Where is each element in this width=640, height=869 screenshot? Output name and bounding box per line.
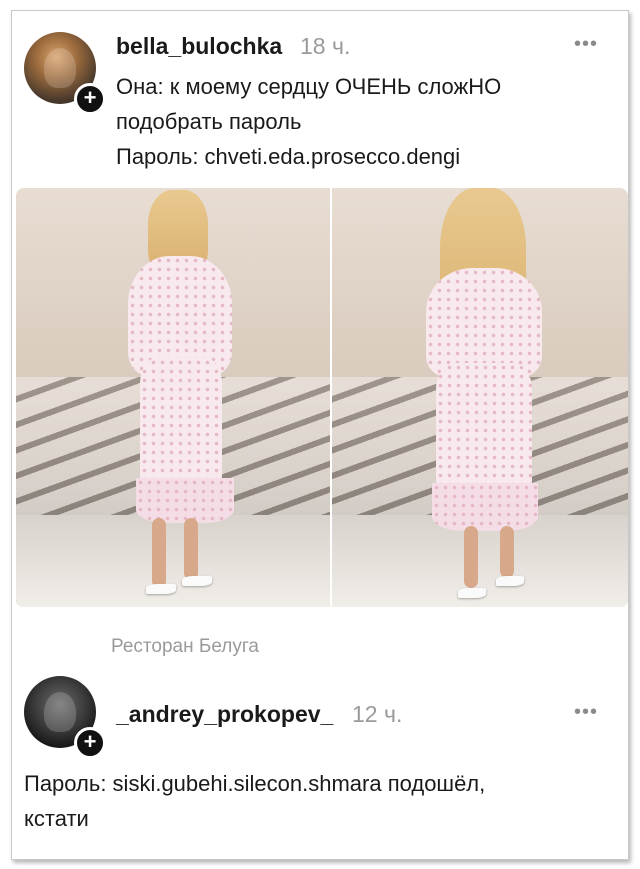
post-username[interactable]: bella_bulochka bbox=[116, 33, 282, 60]
reply-username[interactable]: _andrey_prokopev_ bbox=[116, 701, 333, 728]
post-photo-2[interactable] bbox=[332, 188, 628, 607]
more-icon[interactable]: ••• bbox=[574, 701, 598, 724]
post-text-line-3: Пароль: chveti.eda.prosecco.dengi bbox=[116, 144, 461, 169]
post-time: 18 ч. bbox=[300, 33, 351, 59]
more-icon[interactable]: ••• bbox=[574, 33, 598, 56]
post-photo-1[interactable] bbox=[16, 188, 330, 607]
follow-plus-icon[interactable]: + bbox=[74, 83, 106, 115]
thread-card: + bella_bulochka 18 ч. ••• Она: к моему … bbox=[11, 10, 629, 860]
post-text-line-1: Она: к моему сердцу ОЧЕНЬ сложНО bbox=[116, 74, 502, 99]
follow-plus-icon[interactable]: + bbox=[74, 727, 106, 759]
reply-text-line-1: Пароль: siski.gubehi.silecon.shmara подо… bbox=[24, 771, 486, 796]
post-text-line-2: подобрать пароль bbox=[116, 109, 302, 134]
location-tag[interactable]: Ресторан Белуга bbox=[111, 636, 259, 658]
reply-text-line-2: кстати bbox=[24, 806, 89, 831]
reply-time: 12 ч. bbox=[352, 701, 403, 727]
